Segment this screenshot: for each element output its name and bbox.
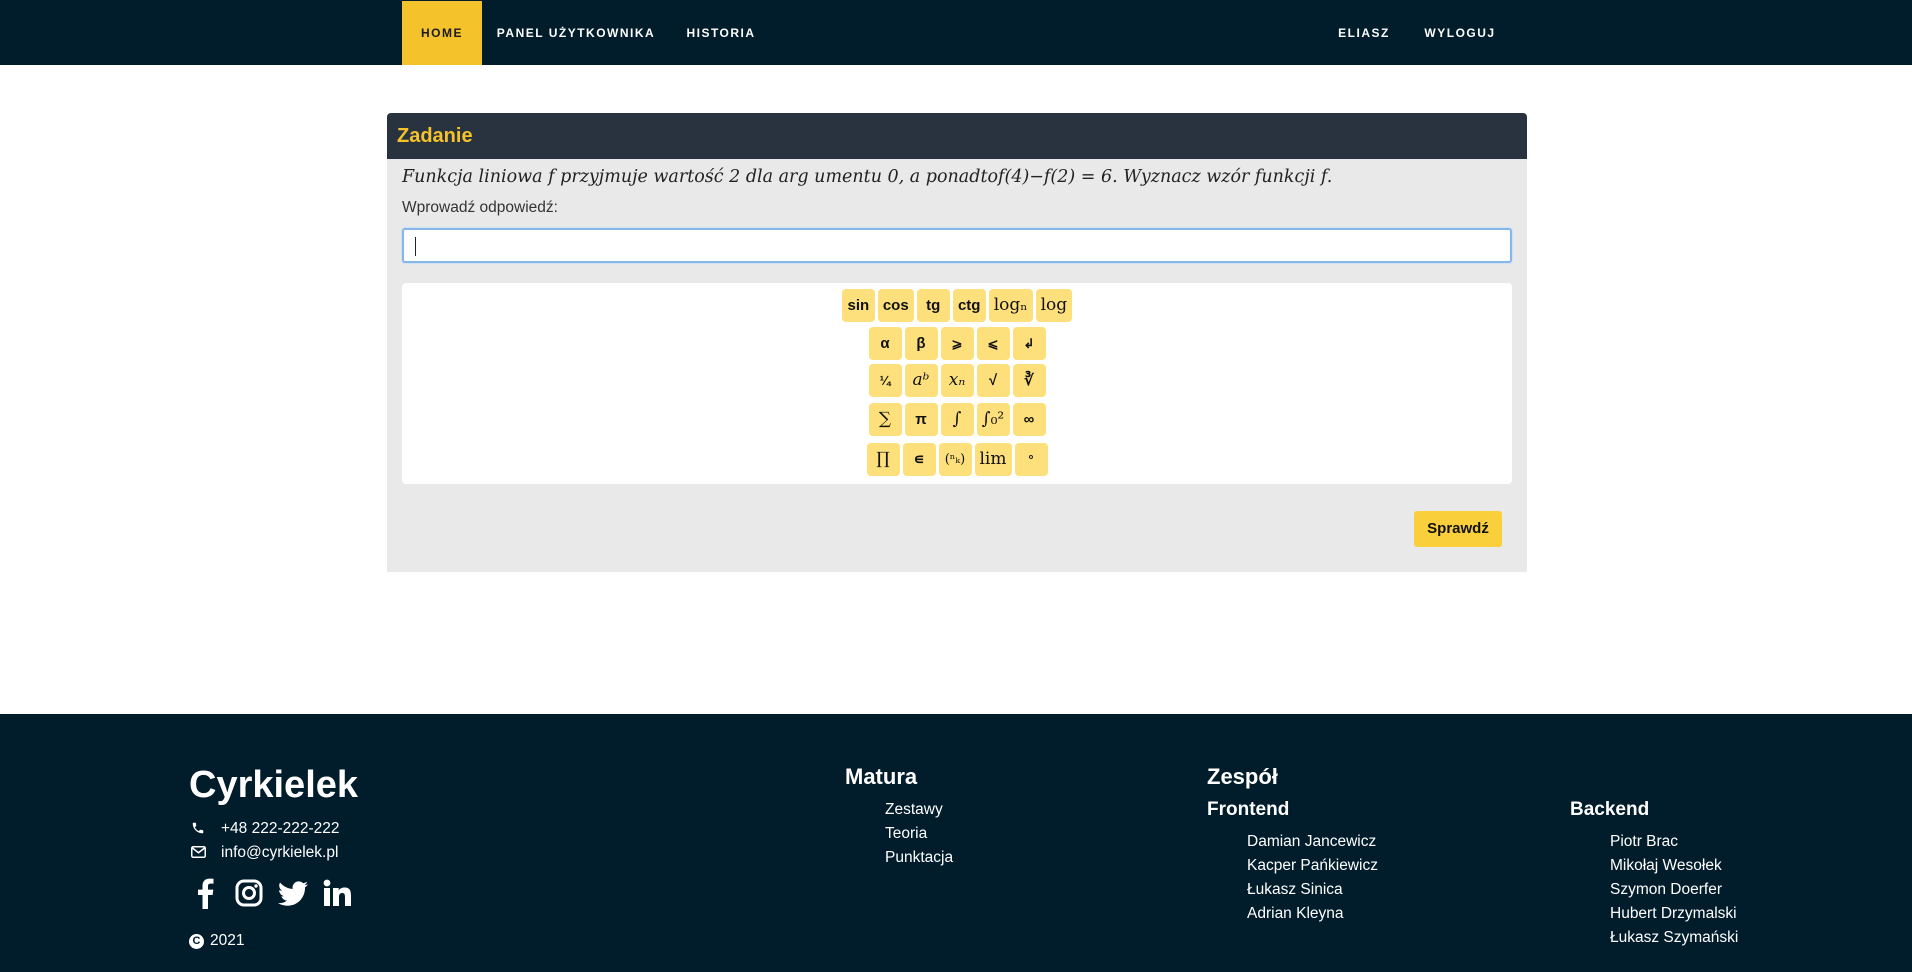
team-member: Szymon Doerfer <box>1610 881 1722 898</box>
key-cos[interactable]: cos <box>877 289 914 322</box>
team-member: Hubert Drzymalski <box>1610 905 1737 922</box>
key-pi[interactable]: π <box>904 403 938 436</box>
key-sqrt[interactable]: √ <box>976 364 1010 397</box>
footer-link-punktacja[interactable]: Punktacja <box>885 846 953 870</box>
answer-label: Wprowadź odpowiedź: <box>402 199 558 216</box>
copyright: C 2021 <box>189 932 244 950</box>
key-degree[interactable]: ° <box>1014 443 1048 476</box>
nav-logout[interactable]: WYLOGUJ <box>1418 1 1502 65</box>
team-member: Mikołaj Wesołek <box>1610 857 1722 874</box>
key-tg[interactable]: tg <box>916 289 950 322</box>
key-cbrt[interactable]: ∛ <box>1012 364 1046 397</box>
footer-phone: +48 222-222-222 <box>189 820 340 838</box>
twitter-icon[interactable] <box>278 877 308 909</box>
key-binomial[interactable]: (ⁿₖ) <box>938 443 972 476</box>
team-member: Damian Jancewicz <box>1247 833 1377 850</box>
math-keyboard: sin cos tg ctg logₙ log α β ⩾ ⩽ ↲ ¼ aᵇ x… <box>402 283 1512 484</box>
footer-team-heading: Zespół <box>1207 764 1278 789</box>
keyboard-row-calculus: ∑ π ∫ ∫₀² ∞ <box>402 403 1512 436</box>
key-ctg[interactable]: ctg <box>952 289 986 322</box>
keyboard-row-operators: ¼ aᵇ xₙ √ ∛ <box>402 364 1512 397</box>
footer-email: info@cyrkielek.pl <box>189 844 338 862</box>
team-member: Adrian Kleyna <box>1247 905 1344 922</box>
facebook-icon[interactable] <box>190 877 220 909</box>
key-greater-equal[interactable]: ⩾ <box>940 327 974 360</box>
key-subscript[interactable]: xₙ <box>940 364 974 397</box>
team-member: Łukasz Szymański <box>1610 929 1739 946</box>
key-definite-integral[interactable]: ∫₀² <box>976 403 1010 436</box>
copyright-icon: C <box>189 933 204 949</box>
task-card: Zadanie Funkcja liniowa f przyjmuje wart… <box>387 113 1527 572</box>
answer-input[interactable] <box>402 228 1512 263</box>
nav-history[interactable]: HISTORIA <box>680 1 762 65</box>
nav-user-panel[interactable]: PANEL UŻYTKOWNIKA <box>492 1 660 65</box>
check-button[interactable]: Sprawdź <box>1414 511 1502 547</box>
phone-icon <box>189 821 207 838</box>
nav-home[interactable]: HOME <box>402 1 482 65</box>
footer-frontend-list: Damian Jancewicz Kacper Pańkiewicz Łukas… <box>1247 830 1378 926</box>
key-infinity[interactable]: ∞ <box>1012 403 1046 436</box>
key-element-of[interactable]: ∊ <box>902 443 936 476</box>
keyboard-row-misc: ∏ ∊ (ⁿₖ) lim ° <box>402 443 1512 476</box>
key-power[interactable]: aᵇ <box>904 364 938 397</box>
team-member: Kacper Pańkiewicz <box>1247 857 1378 874</box>
footer-link-zestawy[interactable]: Zestawy <box>885 798 953 822</box>
footer-matura-links: Zestawy Teoria Punktacja <box>885 798 953 870</box>
key-sin[interactable]: sin <box>841 289 875 322</box>
copyright-year: 2021 <box>210 932 245 949</box>
footer-matura-heading: Matura <box>845 764 918 789</box>
footer-link-teoria[interactable]: Teoria <box>885 822 953 846</box>
footer-frontend-heading: Frontend <box>1207 799 1290 820</box>
navbar: HOME PANEL UŻYTKOWNIKA HISTORIA ELIASZ W… <box>0 0 1912 65</box>
nav-username[interactable]: ELIASZ <box>1332 1 1396 65</box>
key-limit[interactable]: lim <box>974 443 1012 476</box>
keyboard-row-functions: sin cos tg ctg logₙ log <box>402 289 1512 322</box>
social-links <box>190 877 352 909</box>
envelope-icon <box>189 845 207 861</box>
key-beta[interactable]: β <box>904 327 938 360</box>
text-cursor <box>415 237 416 256</box>
key-fraction[interactable]: ¼ <box>868 364 902 397</box>
phone-number[interactable]: +48 222-222-222 <box>221 820 340 838</box>
key-alpha[interactable]: α <box>868 327 902 360</box>
key-log-n[interactable]: logₙ <box>988 289 1033 322</box>
task-card-header: Zadanie <box>387 113 1527 159</box>
footer: Cyrkielek +48 222-222-222 info@cyrkielek… <box>0 714 1912 972</box>
key-log[interactable]: log <box>1035 289 1073 322</box>
key-newline[interactable]: ↲ <box>1012 327 1046 360</box>
instagram-icon[interactable] <box>234 877 264 909</box>
key-sum[interactable]: ∑ <box>868 403 902 436</box>
team-member: Łukasz Sinica <box>1247 881 1343 898</box>
footer-brand: Cyrkielek <box>189 764 359 806</box>
footer-backend-list: Piotr Brac Mikołaj Wesołek Szymon Doerfe… <box>1610 830 1738 950</box>
footer-backend-heading: Backend <box>1570 799 1650 820</box>
email-address[interactable]: info@cyrkielek.pl <box>221 844 338 862</box>
key-product[interactable]: ∏ <box>866 443 900 476</box>
task-text: Funkcja liniowa f przyjmuje wartość 2 dl… <box>402 167 1333 187</box>
key-integral[interactable]: ∫ <box>940 403 974 436</box>
team-member: Piotr Brac <box>1610 833 1679 850</box>
key-less-equal[interactable]: ⩽ <box>976 327 1010 360</box>
linkedin-icon[interactable] <box>322 877 352 909</box>
keyboard-row-symbols: α β ⩾ ⩽ ↲ <box>402 327 1512 360</box>
